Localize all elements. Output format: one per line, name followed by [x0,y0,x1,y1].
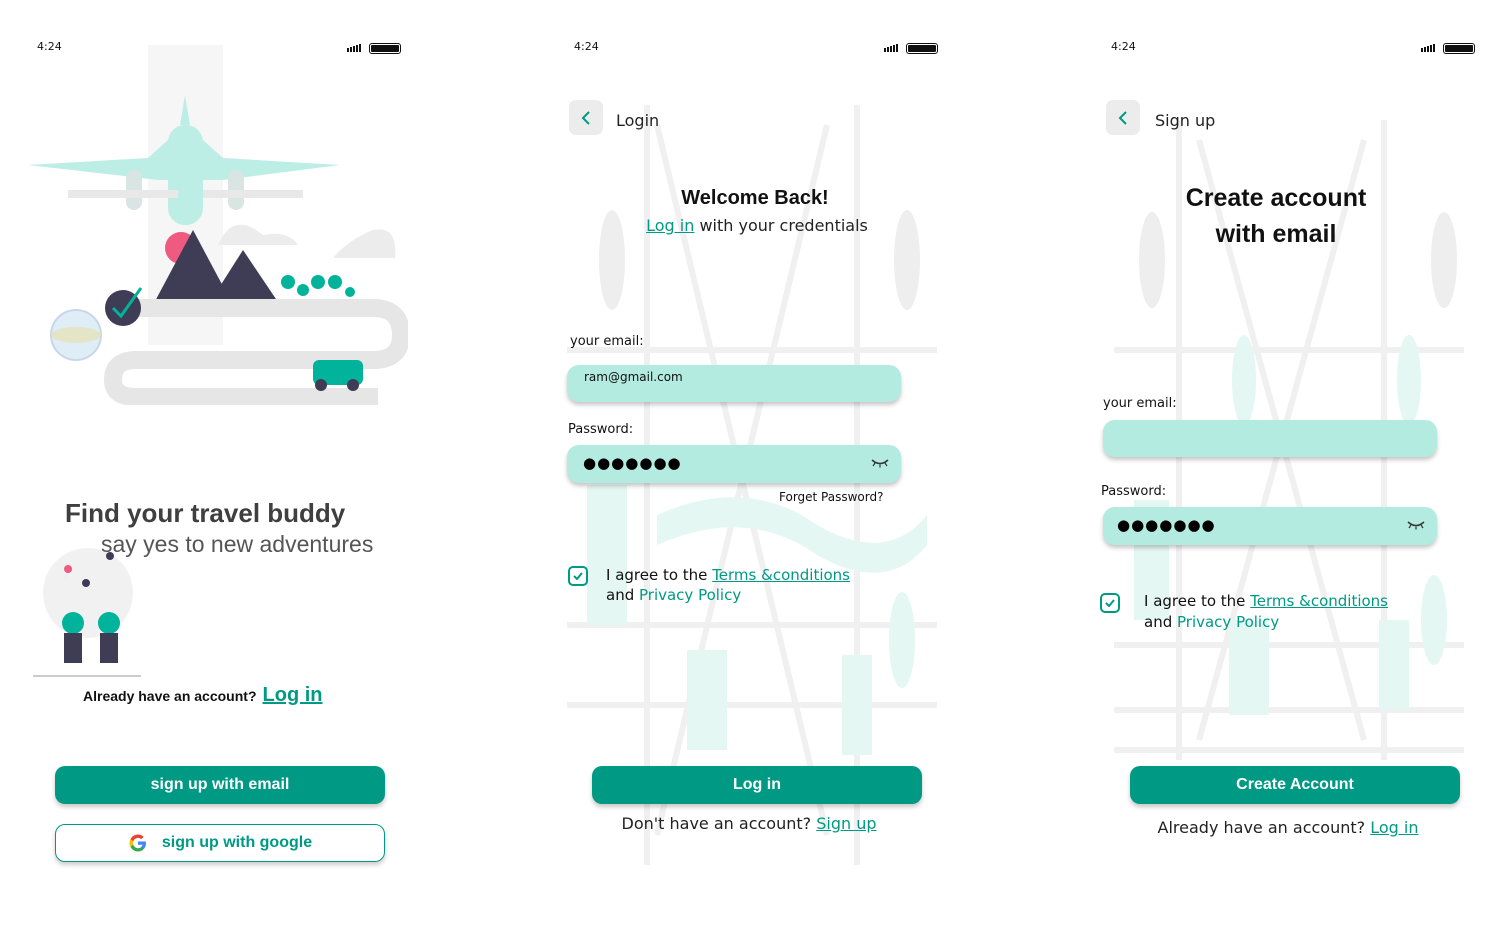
battery-icon [1443,43,1475,54]
signup-title-line1: Create account [1185,184,1367,212]
google-button-label: sign up with google [161,834,313,851]
signup-google-button[interactable]: sign up with google [55,824,385,862]
email-field[interactable] [1103,420,1437,457]
password-value: ●●●●●●● [583,454,682,472]
google-icon [129,834,146,852]
and-text: and [1144,613,1177,631]
terms-checkbox[interactable] [1100,593,1120,613]
terms-checkbox[interactable] [568,566,588,586]
signup-link[interactable]: Sign up [816,814,876,833]
status-time: 4:24 [1111,40,1136,53]
signup-title: Create account with email [1074,180,1478,252]
password-field[interactable]: ●●●●●●● [1103,507,1437,545]
terms-text: I agree to the Terms &conditions and Pri… [1144,591,1388,633]
signup-title-line2: with email [1215,220,1337,248]
password-value: ●●●●●●● [1117,516,1216,534]
signal-icon [884,44,898,52]
login-link[interactable]: Log in [263,684,323,707]
login-row: Already have an account? Log in [1074,818,1502,837]
terms-link[interactable]: Terms &conditions [1250,592,1388,610]
header-title: Login [616,111,660,130]
headline: Find your travel buddy [65,498,346,528]
signup-email-button[interactable]: sign up with email [55,766,385,804]
subtitle-rest: with your credentials [694,216,868,235]
eye-closed-icon[interactable] [871,458,889,468]
welcome-subtitle: Log in with your credentials [537,216,977,235]
eye-closed-icon[interactable] [1407,520,1425,530]
welcome-title: Welcome Back! [681,187,829,209]
subtitle-login-link[interactable]: Log in [646,216,694,235]
back-chevron-icon [1118,110,1127,125]
back-chevron-icon [581,110,590,125]
agree-prefix: I agree to the [1144,592,1251,610]
already-account-row: Already have an account? Log in [83,684,323,707]
email-label: your email: [570,334,644,349]
email-label: your email: [1103,396,1177,411]
terms-link[interactable]: Terms &conditions [712,566,850,584]
email-field[interactable]: ram@gmail.com [567,365,901,402]
status-time: 4:24 [574,40,599,53]
already-account-text: Already have an account? [83,688,257,704]
city-background-illustration [567,105,937,865]
password-label: Password: [1101,484,1167,499]
login-link[interactable]: Log in [1370,818,1418,837]
email-value: ram@gmail.com [584,370,683,384]
terms-text: I agree to the Terms &conditions and Pri… [606,565,850,605]
signup-screen: 4:24 Sign up Create account with email y… [1074,0,1504,932]
privacy-link[interactable]: Privacy Policy [639,586,741,604]
header-title: Sign up [1155,111,1216,130]
password-label: Password: [568,422,634,437]
airplane-illustration [28,45,408,405]
login-screen: 4:24 Login Welcome Back! Log in with you… [537,0,1057,932]
password-field[interactable]: ●●●●●●● [567,445,901,483]
subheadline: say yes to new adventures [101,531,374,557]
back-button[interactable] [1106,100,1140,135]
privacy-link[interactable]: Privacy Policy [1177,613,1279,631]
no-account-text: Don't have an account? [621,814,812,833]
signal-icon [1421,44,1435,52]
login-button[interactable]: Log in [592,766,922,804]
already-account-text: Already have an account? [1157,818,1366,837]
signup-row: Don't have an account? Sign up [537,814,961,833]
forgot-password-link[interactable]: Forget Password? [779,490,883,504]
battery-icon [906,43,938,54]
welcome-screen: 4:24 Find your travel buddy say yes to n… [0,0,520,932]
checkbox-checked-icon [1105,599,1115,607]
back-button[interactable] [569,100,603,135]
agree-prefix: I agree to the [606,566,713,584]
checkbox-checked-icon [573,572,583,580]
create-account-button[interactable]: Create Account [1130,766,1460,804]
and-text: and [606,586,639,604]
